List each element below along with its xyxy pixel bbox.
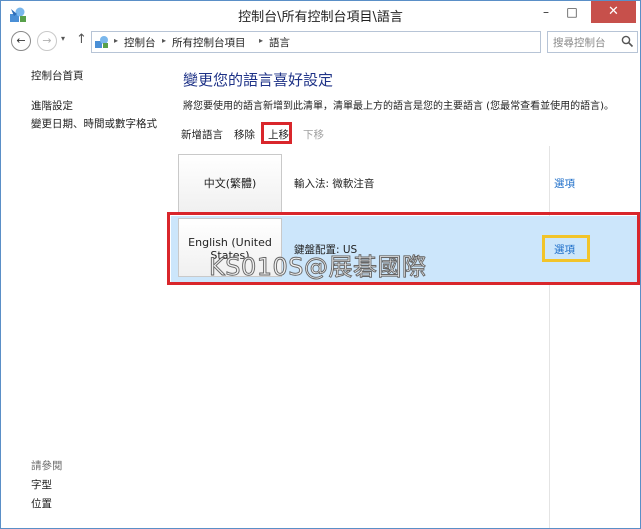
- address-bar[interactable]: ▸ 控制台 ▸ 所有控制台項目 ▸ 語言 ▾ ↻: [91, 31, 625, 53]
- change-date-time-link[interactable]: 變更日期、時間或數字格式: [31, 116, 157, 131]
- language-row-chinese[interactable]: 中文(繁體) 輸入法: 微軟注音 選項: [171, 146, 640, 216]
- search-icon[interactable]: [621, 35, 634, 48]
- language-list: 中文(繁體) 輸入法: 微軟注音 選項 English (United Stat…: [171, 146, 640, 528]
- remove-button[interactable]: 移除: [234, 127, 255, 142]
- control-panel-home-link[interactable]: 控制台首頁: [31, 68, 84, 83]
- see-also-heading: 請參閱: [31, 460, 63, 472]
- breadcrumb-control-panel[interactable]: 控制台: [124, 35, 156, 50]
- breadcrumb-all-items[interactable]: 所有控制台項目: [172, 35, 246, 50]
- add-language-button[interactable]: 新增語言: [181, 127, 223, 142]
- input-method-info: 輸入法: 微軟注音: [294, 178, 375, 190]
- watermark-text: KS010S@展碁國際: [209, 253, 427, 282]
- page-title: 變更您的語言喜好設定: [183, 71, 334, 89]
- main-content: 變更您的語言喜好設定 將您要使用的語言新增到此清單，清單最上方的語言是您的主要語…: [171, 54, 640, 528]
- options-link-chinese[interactable]: 選項: [554, 176, 575, 191]
- forward-button[interactable]: →: [37, 31, 57, 51]
- title-bar[interactable]: 控制台\所有控制台項目\語言 – □ ✕: [1, 1, 640, 29]
- control-panel-window: 控制台\所有控制台項目\語言 – □ ✕ ← → ▾ ↑ ▸ 控制台 ▸ 所有控…: [0, 0, 641, 529]
- fonts-link[interactable]: 字型: [31, 477, 52, 492]
- close-button[interactable]: ✕: [591, 1, 636, 23]
- navigation-bar: ← → ▾ ↑ ▸ 控制台 ▸ 所有控制台項目 ▸ 語言 ▾ ↻ 搜尋控制台: [1, 29, 640, 53]
- breadcrumb-language[interactable]: 語言: [269, 35, 290, 50]
- language-toolbar: 新增語言 移除 上移 下移: [171, 120, 640, 146]
- location-link[interactable]: 位置: [31, 496, 52, 511]
- back-button[interactable]: ←: [11, 31, 31, 51]
- recent-locations-chevron-icon[interactable]: ▾: [61, 34, 65, 43]
- breadcrumb-separator-icon[interactable]: ▸: [162, 36, 166, 45]
- control-panel-icon: [95, 36, 108, 48]
- breadcrumb-separator-icon[interactable]: ▸: [259, 36, 263, 45]
- advanced-settings-link[interactable]: 進階設定: [31, 98, 73, 113]
- search-placeholder: 搜尋控制台: [553, 37, 606, 49]
- left-pane: 控制台首頁 進階設定 變更日期、時間或數字格式 請參閱 字型 位置: [1, 54, 171, 528]
- search-input[interactable]: 搜尋控制台: [547, 31, 638, 53]
- options-highlight: [542, 235, 590, 262]
- move-up-highlight: [261, 122, 292, 144]
- language-tile-chinese[interactable]: 中文(繁體): [178, 154, 282, 213]
- move-down-button[interactable]: 下移: [303, 127, 324, 142]
- page-description: 將您要使用的語言新增到此清單，清單最上方的語言是您的主要語言 (您最常查看並使用…: [183, 101, 614, 112]
- up-button[interactable]: ↑: [76, 32, 87, 47]
- maximize-button[interactable]: □: [559, 1, 585, 23]
- minimize-button[interactable]: –: [533, 1, 559, 23]
- breadcrumb-separator-icon[interactable]: ▸: [114, 36, 118, 45]
